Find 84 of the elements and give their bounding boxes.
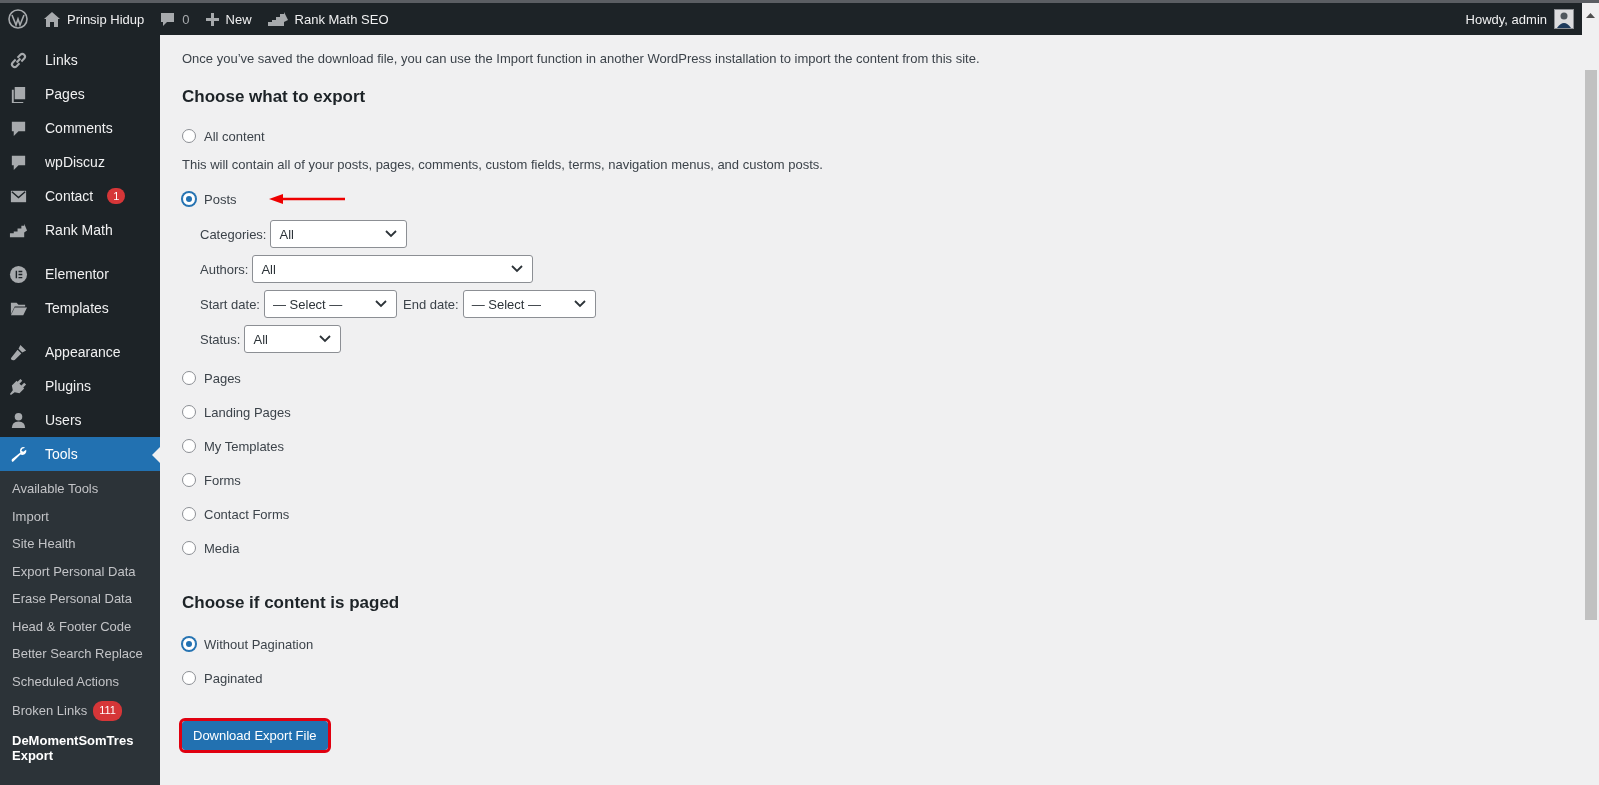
filter-label: End date: (403, 296, 459, 312)
option-label: All content (204, 128, 265, 144)
submenu-item[interactable]: Head & Footer Code (0, 612, 160, 640)
chevron-down-icon (375, 300, 387, 308)
radio-button[interactable] (182, 405, 196, 419)
menu-item[interactable]: Plugins (0, 369, 160, 403)
menu-item[interactable]: wpDiscuz (0, 145, 160, 179)
wrench-icon (9, 444, 28, 464)
menu-item[interactable]: Contact 1 (0, 179, 160, 213)
radio-button[interactable] (182, 439, 196, 453)
comment-icon (160, 11, 176, 27)
option-label: My Templates (204, 438, 284, 454)
link-icon (9, 50, 28, 70)
count-badge: 1 (107, 188, 126, 204)
plug-icon (9, 376, 28, 396)
pages-icon (9, 84, 28, 104)
filter-label: Authors: (200, 261, 249, 277)
avatar-icon (1554, 9, 1574, 29)
scrollbar-thumb[interactable] (1584, 70, 1597, 620)
menu-item[interactable]: Appearance (0, 335, 160, 369)
select-field[interactable]: All (270, 220, 408, 248)
submenu-item[interactable]: DeMomentSomTres Export (0, 726, 160, 770)
select-field[interactable]: — Select — (264, 290, 397, 318)
new-link[interactable]: New (205, 11, 252, 27)
brush-icon (9, 342, 28, 362)
chevron-down-icon (385, 230, 398, 238)
download-button[interactable]: Download Export File (182, 721, 328, 750)
menu-item[interactable]: Templates (0, 291, 160, 325)
option-label: Paginated (204, 670, 263, 686)
option-label: Media (204, 540, 240, 556)
submenu-item[interactable]: Available Tools (0, 475, 160, 503)
menu-item[interactable]: Tools (0, 437, 160, 471)
submenu-item[interactable]: Erase Personal Data (0, 585, 160, 613)
menu-item[interactable]: Comments (0, 111, 160, 145)
option-description: This will contain all of your posts, pages, comments, custom fields, terms, navigation menus, and custom posts. (182, 157, 824, 172)
elementor-icon (9, 264, 28, 284)
filter-label: Start date: (200, 296, 260, 312)
radio-button[interactable] (182, 129, 196, 143)
filter-label: Status: (200, 331, 241, 347)
menu-item[interactable]: Pages (0, 77, 160, 111)
menu-item[interactable]: Rank Math (0, 213, 160, 247)
radio-button[interactable] (182, 507, 196, 521)
section-heading: Choose if content is paged (182, 593, 401, 613)
menu-item[interactable]: Links (0, 43, 160, 77)
option-label: Posts (204, 191, 237, 207)
account-link[interactable]: Howdy, admin (1465, 9, 1582, 29)
option-label: Pages (204, 370, 241, 386)
radio-button[interactable] (182, 541, 196, 555)
radio-button[interactable] (182, 671, 196, 685)
home-icon (44, 11, 60, 27)
scroll-up-icon[interactable] (1586, 13, 1595, 18)
radio-button[interactable] (182, 637, 196, 651)
menu-item[interactable]: Users (0, 403, 160, 437)
select-field[interactable]: — Select — (462, 290, 596, 318)
site-link[interactable]: Prinsip Hidup (44, 11, 145, 27)
filter-label: Categories: (200, 226, 267, 242)
radio-button[interactable] (182, 192, 196, 206)
count-badge: 111 (93, 701, 122, 721)
submenu-item[interactable]: Broken Links 111 (0, 695, 160, 727)
comments-link[interactable]: 0 (160, 11, 190, 27)
intro-text: Once you’ve saved the download file, you can use the Import function in another WordPress installation to import the content from this site. (182, 51, 981, 66)
option-label: Landing Pages (204, 404, 291, 420)
submenu-item[interactable]: Import (0, 502, 160, 530)
chevron-down-icon (319, 335, 332, 343)
submenu-item[interactable]: Site Health (0, 530, 160, 558)
user-icon (9, 410, 28, 430)
submenu-item[interactable]: Export Personal Data (0, 557, 160, 585)
section-heading: Choose what to export (182, 87, 367, 107)
plus-icon (205, 12, 219, 26)
chevron-down-icon (573, 300, 586, 308)
option-label: Without Pagination (204, 636, 314, 652)
seo-link[interactable]: Rank Math SEO (267, 11, 389, 27)
wordpress-logo-icon[interactable] (8, 9, 28, 29)
option-label: Forms (204, 472, 241, 488)
submenu-item[interactable]: Better Search Replace (0, 640, 160, 668)
select-field[interactable]: All (244, 325, 342, 353)
select-field[interactable]: All (252, 255, 534, 283)
chevron-down-icon (511, 265, 524, 273)
radio-button[interactable] (182, 371, 196, 385)
radio-button[interactable] (182, 473, 196, 487)
option-label: Contact Forms (204, 506, 290, 522)
chart-icon (267, 12, 288, 26)
submenu-item[interactable]: Scheduled Actions (0, 667, 160, 695)
menu-item[interactable]: Elementor (0, 257, 160, 291)
